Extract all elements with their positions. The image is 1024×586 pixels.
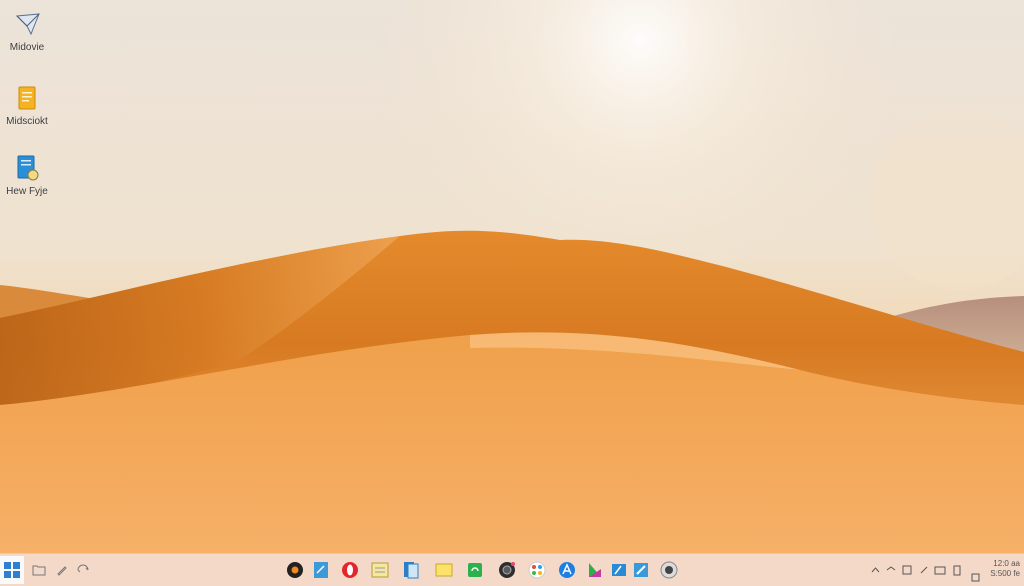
tray-date: S:500 fe bbox=[990, 569, 1020, 578]
pen-tray-icon bbox=[920, 566, 928, 574]
sticky-notes-icon bbox=[435, 563, 453, 577]
tray-battery-button[interactable] bbox=[950, 557, 964, 583]
taskbar-app-sticky-notes[interactable] bbox=[431, 557, 457, 583]
tray-keyboard-button[interactable] bbox=[933, 557, 947, 583]
recycle-icon bbox=[77, 564, 89, 573]
taskbar-app-media-player[interactable] bbox=[282, 557, 308, 583]
taskbar-app-editor[interactable] bbox=[628, 557, 654, 583]
taskbar-app-webcam[interactable] bbox=[656, 557, 682, 583]
taskbar-app-files[interactable] bbox=[308, 557, 334, 583]
desktop-icon-label: Midsciokt bbox=[6, 116, 48, 127]
tray-network-button[interactable] bbox=[884, 557, 898, 583]
camera-lens-icon bbox=[499, 562, 515, 578]
documents-icon bbox=[404, 562, 419, 579]
taskbar-app-color[interactable] bbox=[582, 557, 608, 583]
desktop-icon-2[interactable]: Hew Fyje bbox=[2, 154, 52, 197]
color-app-icon bbox=[589, 563, 601, 577]
taskbar-app-store[interactable] bbox=[554, 557, 580, 583]
network-icon bbox=[886, 566, 896, 571]
tray-overflow-button[interactable] bbox=[868, 557, 882, 583]
photos-icon bbox=[528, 561, 546, 579]
notification-icon bbox=[971, 573, 979, 581]
taskbar-app-opera[interactable] bbox=[337, 557, 363, 583]
tray-clock[interactable]: 12:0 aa S:500 fe bbox=[980, 559, 1020, 579]
tray-display-button[interactable] bbox=[900, 557, 914, 583]
notes-icon bbox=[371, 562, 389, 578]
taskbar-app-documents[interactable] bbox=[398, 557, 424, 583]
battery-icon bbox=[953, 565, 961, 576]
webcam-icon bbox=[660, 561, 678, 579]
media-player-icon bbox=[287, 562, 303, 578]
taskbar-app-notes[interactable] bbox=[367, 557, 393, 583]
recycle-app-icon bbox=[468, 563, 482, 577]
folder-icon bbox=[32, 565, 46, 576]
app-store-icon bbox=[559, 562, 575, 578]
chevron-up-icon bbox=[871, 567, 879, 573]
tray-notification-button[interactable] bbox=[968, 570, 982, 584]
desktop-icon-0[interactable]: Midovie bbox=[2, 10, 52, 53]
keyboard-icon bbox=[934, 566, 946, 574]
files-icon bbox=[314, 562, 328, 578]
desktop-icon-label: Hew Fyje bbox=[6, 186, 48, 197]
taskbar-app-camera-lens[interactable] bbox=[494, 557, 520, 583]
tray-pen-button[interactable] bbox=[917, 557, 931, 583]
editor-icon bbox=[634, 563, 648, 577]
tray-time: 12:0 aa bbox=[993, 559, 1020, 568]
display-icon bbox=[902, 565, 912, 575]
desktop: Midovie Midsciokt Hew Fyje bbox=[0, 0, 1024, 553]
taskbar: 12:0 aa S:500 fe bbox=[0, 553, 1024, 586]
file-document-icon bbox=[17, 155, 39, 181]
opera-browser-icon bbox=[342, 562, 358, 578]
document-folder-icon bbox=[18, 86, 36, 110]
mail-send-icon bbox=[15, 13, 40, 36]
windows-start-icon bbox=[4, 562, 20, 578]
taskbar-app-photos[interactable] bbox=[524, 557, 550, 583]
paint-app-icon bbox=[612, 564, 626, 576]
desktop-icon-1[interactable]: Midsciokt bbox=[2, 84, 52, 127]
desktop-icon-label: Midovie bbox=[9, 42, 45, 53]
start-button[interactable] bbox=[0, 556, 24, 584]
taskbar-recycle-button[interactable] bbox=[70, 557, 96, 583]
taskbar-app-recycle[interactable] bbox=[462, 557, 488, 583]
pen-icon bbox=[57, 566, 67, 576]
wallpaper-desert-dunes bbox=[0, 0, 1024, 553]
